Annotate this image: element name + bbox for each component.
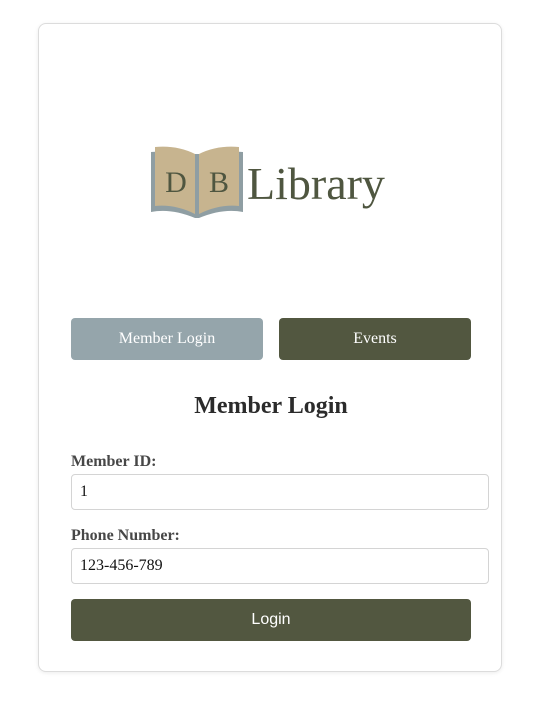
tab-events[interactable]: Events [279, 318, 471, 360]
phone-number-field[interactable] [71, 548, 489, 584]
member-id-field[interactable] [71, 474, 489, 510]
library-logo: D B Library [151, 146, 385, 218]
login-card: D B Library Member Login Events Member L… [38, 23, 502, 672]
logo-wordmark: Library [247, 158, 385, 209]
page-title: Member Login [194, 393, 348, 419]
login-button[interactable]: Login [71, 599, 471, 641]
phone-number-label: Phone Number: [71, 527, 180, 544]
logo-letter-b: B [209, 166, 229, 199]
logo-letter-d: D [165, 166, 187, 199]
tab-member-login[interactable]: Member Login [71, 318, 263, 360]
member-id-label: Member ID: [71, 453, 157, 470]
